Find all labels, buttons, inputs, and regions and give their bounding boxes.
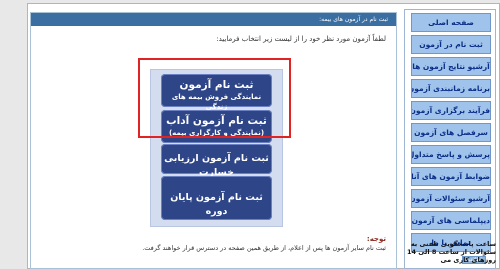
sidebar-item-faq[interactable]: پرسش و پاسخ متداول xyxy=(411,145,491,164)
content-header: ثبت نام در آزمون های بیمه: xyxy=(31,13,396,26)
button-subtitle: (نمایندگی و کارگزاری بیمه) xyxy=(168,129,265,137)
intro-text: لطفاً آزمون مورد نظر خود را از لیست زیر … xyxy=(216,35,386,43)
news-text: ساعت پاسخگویی تلفنی به سئوالات از ساعت 8… xyxy=(407,240,496,264)
sidebar-item-exam-registration[interactable]: ثبت نام در آزمون xyxy=(411,35,491,54)
sidebar-item-results-archive[interactable]: آرشیو نتایج آزمون ها xyxy=(411,57,491,76)
life-insurance-exam-button[interactable]: ثبت نام آزمون نمایندگی فروش بیمه های زند… xyxy=(161,74,272,111)
button-subtitle: نمایندگی فروش بیمه های زندگی xyxy=(171,93,262,111)
sidebar: صفحه اصلی ثبت نام در آزمون آرشیو نتایج آ… xyxy=(404,9,496,269)
button-title: ثبت نام آزمون xyxy=(179,79,254,91)
note-text: ثبت نام سایر آزمون ها پس از اعلام، از طر… xyxy=(142,244,386,252)
button-title: ثبت نام آزمون پایان دوره xyxy=(170,192,263,217)
button-title: ثبت نام آزمون آداب xyxy=(166,115,267,127)
main-content: ثبت نام در آزمون های بیمه: لطفاً آزمون م… xyxy=(30,12,397,269)
final-course-exam-button[interactable]: ثبت نام آزمون پایان دوره xyxy=(161,176,272,220)
note-title: توجه: xyxy=(366,235,386,243)
sidebar-item-home[interactable]: صفحه اصلی xyxy=(411,13,491,32)
sidebar-item-questions-archive[interactable]: آرشیو سئوالات آزمون ها xyxy=(411,189,491,208)
sidebar-item-exam-syllabus[interactable]: سرفصل های آزمون xyxy=(411,123,491,142)
adab-exam-button[interactable]: ثبت نام آزمون آداب (نمایندگی و کارگزاری … xyxy=(161,110,272,143)
sidebar-item-exam-diplomas[interactable]: دیپلماسی های آزمون xyxy=(411,211,491,230)
damage-assessment-exam-button[interactable]: ثبت نام آزمون ارزیابی خسارت xyxy=(161,144,272,178)
sidebar-item-online-exam-rules[interactable]: ضوابط آزمون های آنلاین xyxy=(411,167,491,186)
sidebar-item-exam-schedule[interactable]: برنامه زمانبندی آزمون ها xyxy=(411,79,491,98)
sidebar-item-exam-process[interactable]: فرآیند برگزاری آزمون ها xyxy=(411,101,491,120)
